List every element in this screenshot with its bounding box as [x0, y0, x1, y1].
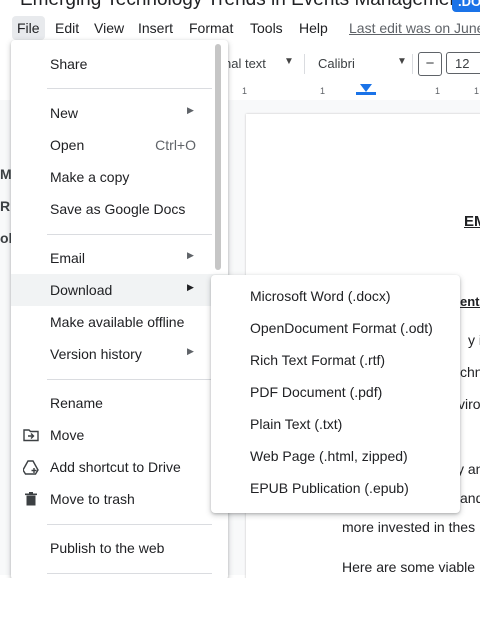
download-pdf[interactable]: PDF Document (.pdf)	[211, 377, 460, 409]
submenu-arrow-icon: ▶	[187, 282, 194, 292]
submenu-arrow-icon: ▶	[187, 346, 194, 356]
menu-item-label: Move to trash	[50, 491, 135, 507]
menu-separator	[47, 573, 212, 574]
file-menu: Share New ▶ Open Ctrl+O Make a copy Save…	[11, 40, 228, 580]
menu-item-email[interactable]: Email ▶	[11, 242, 228, 274]
menu-bar: File Edit View Insert Format Tools Help …	[0, 16, 480, 40]
download-txt[interactable]: Plain Text (.txt)	[211, 409, 460, 441]
menu-edit[interactable]: Edit	[50, 16, 84, 40]
menu-item-label: Version history	[50, 346, 142, 362]
menu-item-publish-to-the-web[interactable]: Publish to the web	[11, 532, 228, 564]
download-submenu: Microsoft Word (.docx) OpenDocument Form…	[211, 275, 460, 513]
bottom-blank-area	[0, 578, 480, 627]
submenu-item-label: EPUB Publication (.epub)	[250, 480, 409, 496]
trash-icon	[25, 492, 37, 506]
submenu-item-label: PDF Document (.pdf)	[250, 384, 383, 400]
menu-item-share[interactable]: Share	[11, 48, 228, 80]
menu-item-download[interactable]: Download ▶	[11, 274, 228, 306]
body-text: y in	[468, 332, 480, 348]
menu-separator	[47, 524, 212, 525]
outline-text: R	[0, 198, 11, 214]
menu-item-open[interactable]: Open Ctrl+O	[11, 129, 228, 161]
document-title[interactable]: Emerging Technology Trends in Events Man…	[20, 0, 465, 12]
body-text: viro	[458, 396, 480, 412]
menu-help[interactable]: Help	[294, 16, 333, 40]
menu-item-label: Save as Google Docs	[50, 201, 186, 217]
menu-item-label: Make a copy	[50, 169, 130, 185]
menu-item-label: New	[50, 105, 79, 121]
toolbar-divider	[304, 54, 305, 74]
menu-item-label: Email	[50, 250, 86, 266]
file-type-badge: .DOCX	[452, 0, 480, 12]
menu-item-add-shortcut-to-drive[interactable]: Add shortcut to Drive	[11, 451, 228, 483]
paragraph-style-select[interactable]: nal text	[224, 56, 266, 71]
menu-separator	[47, 234, 212, 235]
menu-item-save-as-google-docs[interactable]: Save as Google Docs	[11, 193, 228, 225]
document-heading: EM	[464, 213, 480, 230]
caret-down-icon[interactable]: ▼	[397, 56, 407, 67]
document-subheading: ente	[460, 294, 480, 309]
download-docx[interactable]: Microsoft Word (.docx)	[211, 281, 460, 313]
first-line-indent-marker[interactable]	[356, 92, 376, 95]
body-text: Here are some viable	[342, 559, 476, 575]
download-epub[interactable]: EPUB Publication (.epub)	[211, 473, 460, 505]
menu-separator	[47, 88, 212, 89]
body-text: and	[460, 490, 480, 506]
menu-item-label: Add shortcut to Drive	[50, 459, 181, 475]
menu-item-label: Move	[50, 427, 85, 443]
menu-tools[interactable]: Tools	[245, 16, 288, 40]
menu-item-label: Download	[50, 282, 113, 298]
last-edit-link[interactable]: Last edit was on June	[349, 16, 480, 40]
submenu-arrow-icon: ▶	[187, 105, 194, 115]
add-shortcut-icon	[23, 460, 39, 475]
menu-item-move-to-trash[interactable]: Move to trash	[11, 483, 228, 515]
menu-separator	[47, 379, 212, 380]
body-text: chno	[460, 364, 480, 380]
menu-insert[interactable]: Insert	[133, 16, 178, 40]
menu-item-new[interactable]: New ▶	[11, 97, 228, 129]
decrease-font-size-button[interactable]: −	[418, 52, 442, 76]
ruler-tick-label: 1	[435, 86, 441, 96]
font-family-select[interactable]: Calibri	[318, 56, 355, 71]
body-text: more invested in thes	[342, 519, 476, 535]
ruler-tick-label: 1	[320, 86, 326, 96]
menu-item-rename[interactable]: Rename	[11, 387, 228, 419]
download-odt[interactable]: OpenDocument Format (.odt)	[211, 313, 460, 345]
menu-item-move[interactable]: Move	[11, 419, 228, 451]
body-text: y an	[457, 461, 480, 477]
menu-view[interactable]: View	[89, 16, 129, 40]
submenu-arrow-icon: ▶	[187, 250, 194, 260]
submenu-item-label: Web Page (.html, zipped)	[250, 448, 408, 464]
menu-item-label: Open	[50, 137, 85, 153]
menu-item-label: Rename	[50, 395, 103, 411]
menu-item-label: Make available offline	[50, 314, 185, 330]
menu-item-make-a-copy[interactable]: Make a copy	[11, 161, 228, 193]
move-icon	[23, 429, 39, 442]
download-html[interactable]: Web Page (.html, zipped)	[211, 441, 460, 473]
submenu-item-label: OpenDocument Format (.odt)	[250, 320, 433, 336]
ruler-tick-label: 1	[242, 86, 248, 96]
submenu-item-label: Plain Text (.txt)	[250, 416, 343, 432]
caret-down-icon[interactable]: ▼	[284, 56, 294, 67]
menu-file[interactable]: File	[12, 16, 45, 40]
menu-item-make-available-offline[interactable]: Make available offline	[11, 306, 228, 338]
indent-marker-icon[interactable]	[360, 84, 372, 92]
menu-item-label: Share	[50, 56, 88, 72]
menu-scrollbar[interactable]	[215, 44, 221, 270]
download-rtf[interactable]: Rich Text Format (.rtf)	[211, 345, 460, 377]
ruler-tick-label: 1	[474, 86, 480, 96]
menu-format[interactable]: Format	[184, 16, 238, 40]
submenu-item-label: Microsoft Word (.docx)	[250, 288, 391, 304]
toolbar-divider	[412, 54, 413, 74]
horizontal-ruler[interactable]: 1 1 1 1	[228, 84, 480, 98]
menu-item-version-history[interactable]: Version history ▶	[11, 338, 228, 370]
menu-item-label: Publish to the web	[50, 540, 165, 556]
font-size-input[interactable]: 12	[446, 52, 480, 74]
shortcut-hint: Ctrl+O	[155, 137, 196, 153]
submenu-item-label: Rich Text Format (.rtf)	[250, 352, 386, 368]
